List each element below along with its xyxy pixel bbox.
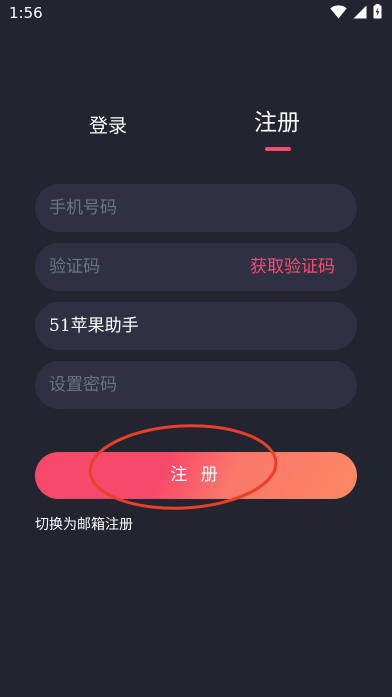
register-button-label: 注 册 [170,465,222,485]
phone-field[interactable]: 手机号码 [35,184,357,232]
register-button[interactable]: 注 册 [35,452,357,499]
status-bar: 1:56 [0,0,392,28]
verification-code-field[interactable]: 验证码 获取验证码 [35,243,357,291]
invite-value: 51苹果助手 [49,316,139,336]
get-code-button[interactable]: 获取验证码 [250,243,335,291]
switch-to-email-link[interactable]: 切换为邮箱注册 [35,514,133,534]
tab-register[interactable]: 注册 [254,107,300,139]
phone-placeholder: 手机号码 [49,198,117,218]
battery-icon [373,3,382,23]
tab-login[interactable]: 登录 [89,110,127,142]
invite-field[interactable]: 51苹果助手 [35,302,357,350]
active-tab-indicator [265,147,291,151]
password-placeholder: 设置密码 [49,375,117,395]
status-time: 1:56 [9,4,43,22]
status-icons [330,3,382,23]
password-field[interactable]: 设置密码 [35,361,357,409]
verification-code-placeholder: 验证码 [49,257,100,277]
signal-icon [353,4,367,23]
wifi-icon [330,4,347,23]
